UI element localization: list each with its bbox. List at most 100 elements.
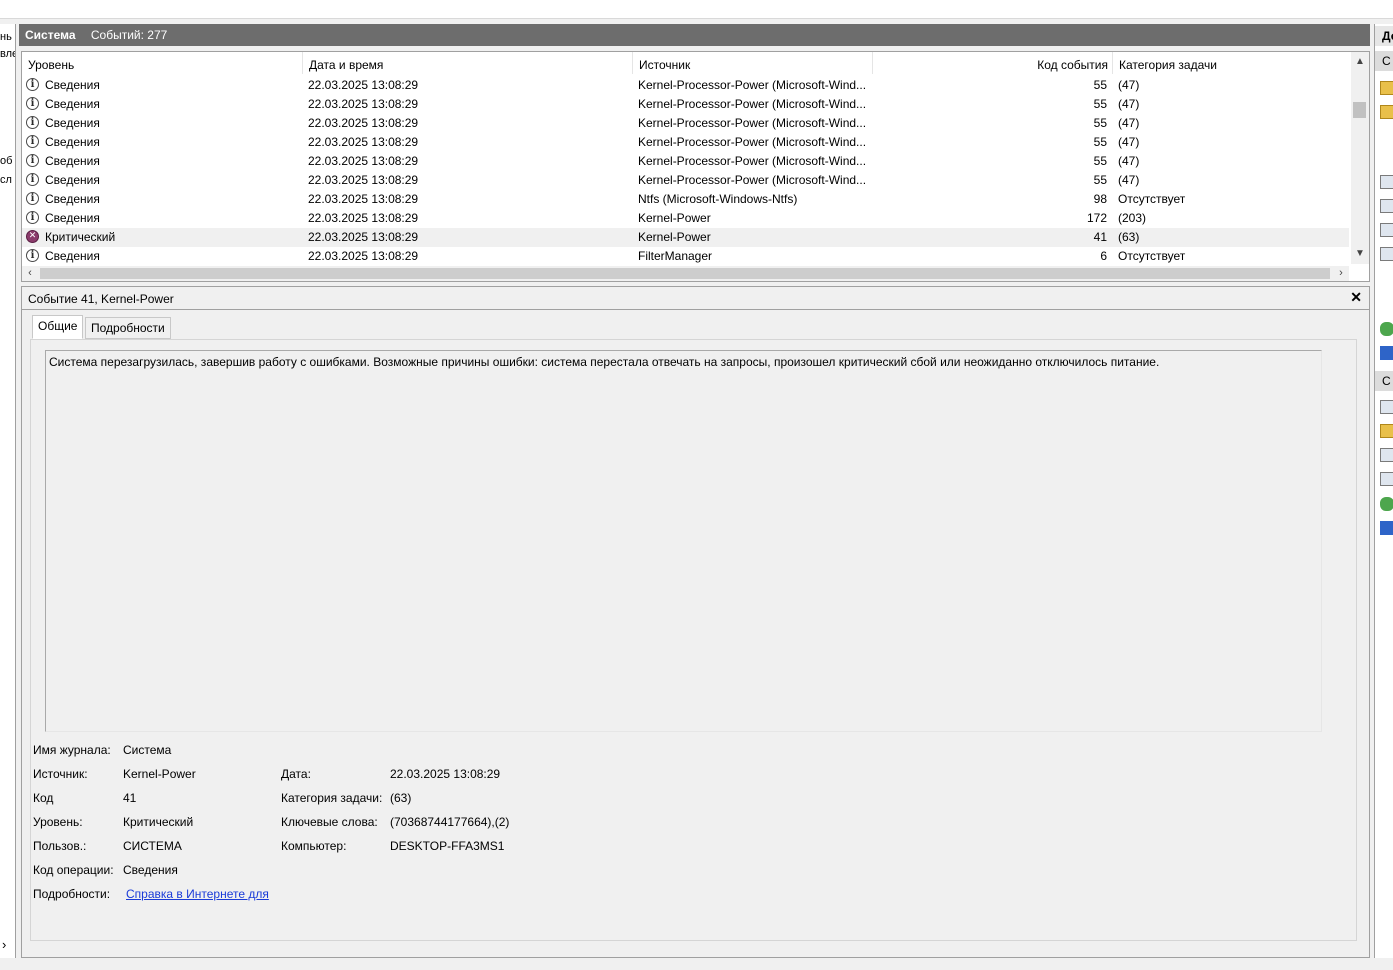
source-label: Источник: bbox=[33, 767, 88, 781]
level-cell: Сведения bbox=[45, 192, 100, 206]
info-icon: i bbox=[26, 249, 39, 262]
source-cell: Kernel-Power bbox=[638, 230, 711, 244]
find-icon[interactable] bbox=[1380, 223, 1393, 237]
scroll-up-icon[interactable]: ▲ bbox=[1351, 54, 1369, 70]
table-row[interactable]: i Сведения 22.03.2025 13:08:29 Kernel-Proce… bbox=[22, 114, 1349, 133]
properties-icon[interactable] bbox=[1380, 199, 1393, 213]
source-cell: Ntfs (Microsoft-Windows-Ntfs) bbox=[638, 192, 798, 206]
vertical-scrollbar[interactable]: ▲ ▼ bbox=[1351, 52, 1369, 264]
left-pane-fragment[interactable]: нь bbox=[0, 31, 12, 43]
table-row[interactable]: i Сведения 22.03.2025 13:08:29 Kernel-Proce… bbox=[22, 171, 1349, 190]
category-cell: (47) bbox=[1118, 173, 1140, 187]
column-header-level[interactable]: Уровень bbox=[22, 52, 302, 74]
actions-section-header[interactable]: С bbox=[1375, 51, 1393, 71]
table-row[interactable]: ✕ Критический 22.03.2025 13:08:29 Kernel-Po… bbox=[22, 228, 1349, 247]
column-header-row: Уровень Дата и время Источник Код событи… bbox=[22, 52, 1349, 74]
attach-task-icon[interactable] bbox=[1380, 424, 1393, 438]
event-id-cell: 55 bbox=[1093, 173, 1107, 187]
category-cell: (47) bbox=[1118, 135, 1140, 149]
scroll-thumb[interactable] bbox=[1353, 102, 1366, 118]
save-icon[interactable] bbox=[1380, 247, 1393, 261]
table-row[interactable]: i Сведения 22.03.2025 13:08:29 FilterManage… bbox=[22, 247, 1349, 266]
help-icon[interactable] bbox=[1380, 346, 1393, 360]
datetime-cell: 22.03.2025 13:08:29 bbox=[308, 135, 419, 149]
scroll-right-icon[interactable]: › bbox=[1333, 266, 1349, 281]
table-row[interactable]: i Сведения 22.03.2025 13:08:29 Kernel-Proce… bbox=[22, 152, 1349, 171]
left-pane-fragment[interactable]: сл bbox=[0, 174, 12, 186]
date-value[interactable]: 22.03.2025 13:08:29 bbox=[390, 767, 500, 781]
datetime-cell: 22.03.2025 13:08:29 bbox=[308, 249, 419, 263]
event-id-cell: 55 bbox=[1093, 116, 1107, 130]
table-row[interactable]: i Сведения 22.03.2025 13:08:29 Ntfs (Micros… bbox=[22, 190, 1349, 209]
scroll-down-icon[interactable]: ▼ bbox=[1351, 246, 1369, 262]
table-row[interactable]: i Сведения 22.03.2025 13:08:29 Kernel-Proce… bbox=[22, 76, 1349, 95]
left-pane-fragment[interactable]: об bbox=[0, 155, 12, 167]
level-label: Уровень: bbox=[33, 815, 83, 829]
help-icon[interactable] bbox=[1380, 521, 1393, 535]
event-id-cell: 55 bbox=[1093, 154, 1107, 168]
table-row[interactable]: i Сведения 22.03.2025 13:08:29 Kernel-Proce… bbox=[22, 133, 1349, 152]
close-icon[interactable]: ✕ bbox=[1350, 289, 1362, 306]
horizontal-scroll-thumb[interactable] bbox=[40, 268, 1330, 279]
filter-icon[interactable] bbox=[1380, 105, 1393, 119]
category-cell: (47) bbox=[1118, 116, 1140, 130]
column-header-source[interactable]: Источник bbox=[632, 52, 872, 74]
event-description[interactable]: Система перезагрузилась, завершив работу… bbox=[45, 350, 1322, 732]
main-pane: Система Событий: 277 Уровень Дата и врем… bbox=[19, 24, 1370, 958]
info-icon: i bbox=[26, 154, 39, 167]
log-name-label: Имя журнала: bbox=[33, 743, 111, 757]
copy-icon[interactable] bbox=[1380, 448, 1393, 462]
column-header-event-id[interactable]: Код события bbox=[872, 52, 1112, 74]
level-cell: Сведения bbox=[45, 154, 100, 168]
level-cell: Сведения bbox=[45, 135, 100, 149]
refresh-icon[interactable] bbox=[1380, 322, 1393, 336]
info-icon: i bbox=[26, 211, 39, 224]
code-value[interactable]: 41 bbox=[123, 791, 136, 805]
source-cell: Kernel-Processor-Power (Microsoft-Wind..… bbox=[638, 78, 867, 92]
level-cell: Сведения bbox=[45, 97, 100, 111]
opcode-value[interactable]: Сведения bbox=[123, 863, 178, 877]
column-header-category[interactable]: Категория задачи bbox=[1112, 52, 1349, 74]
horizontal-scrollbar[interactable]: ‹ › bbox=[22, 266, 1349, 281]
left-scroll-arrow-icon[interactable]: › bbox=[2, 937, 6, 952]
events-list: i Сведения 22.03.2025 13:08:29 Kernel-Proce… bbox=[22, 76, 1349, 266]
refresh-icon[interactable] bbox=[1380, 497, 1393, 511]
table-row[interactable]: i Сведения 22.03.2025 13:08:29 Kernel-Proce… bbox=[22, 95, 1349, 114]
divider bbox=[22, 309, 1369, 310]
table-row[interactable]: i Сведения 22.03.2025 13:08:29 Kernel-Power… bbox=[22, 209, 1349, 228]
scroll-left-icon[interactable]: ‹ bbox=[22, 266, 38, 281]
info-icon: i bbox=[26, 173, 39, 186]
filter-log-icon[interactable] bbox=[1380, 175, 1393, 189]
keywords-value[interactable]: (70368744177664),(2) bbox=[390, 815, 509, 829]
level-value[interactable]: Критический bbox=[123, 815, 193, 829]
online-help-link[interactable]: Справка в Интернете для bbox=[126, 887, 269, 901]
category-cell: (63) bbox=[1118, 230, 1140, 244]
event-id-cell: 55 bbox=[1093, 135, 1107, 149]
datetime-cell: 22.03.2025 13:08:29 bbox=[308, 192, 419, 206]
save-selected-icon[interactable] bbox=[1380, 472, 1393, 486]
open-log-icon[interactable] bbox=[1380, 81, 1393, 95]
tab-general[interactable]: Общие bbox=[32, 315, 84, 339]
source-cell: Kernel-Processor-Power (Microsoft-Wind..… bbox=[638, 135, 867, 149]
datetime-cell: 22.03.2025 13:08:29 bbox=[308, 173, 419, 187]
log-name-value[interactable]: Система bbox=[123, 743, 171, 757]
events-grid: Уровень Дата и время Источник Код событи… bbox=[21, 51, 1370, 282]
info-icon: i bbox=[26, 97, 39, 110]
column-header-datetime[interactable]: Дата и время bbox=[302, 52, 632, 74]
level-cell: Сведения bbox=[45, 249, 100, 263]
left-pane-fragment[interactable]: вле bbox=[0, 48, 15, 60]
category-value[interactable]: (63) bbox=[390, 791, 411, 805]
user-value[interactable]: СИСТЕМА bbox=[123, 839, 182, 853]
computer-value[interactable]: DESKTOP-FFA3MS1 bbox=[390, 839, 504, 853]
source-value[interactable]: Kernel-Power bbox=[123, 767, 196, 781]
category-cell: (47) bbox=[1118, 154, 1140, 168]
source-cell: Kernel-Power bbox=[638, 211, 711, 225]
info-icon: i bbox=[26, 192, 39, 205]
window-top-bar bbox=[0, 0, 1393, 19]
log-title: Система bbox=[25, 28, 76, 42]
event-properties-icon[interactable] bbox=[1380, 400, 1393, 414]
tab-details[interactable]: Подробности bbox=[85, 317, 171, 339]
actions-header[interactable]: Де bbox=[1375, 26, 1393, 46]
actions-section-header[interactable]: С bbox=[1375, 371, 1393, 391]
info-icon: i bbox=[26, 135, 39, 148]
